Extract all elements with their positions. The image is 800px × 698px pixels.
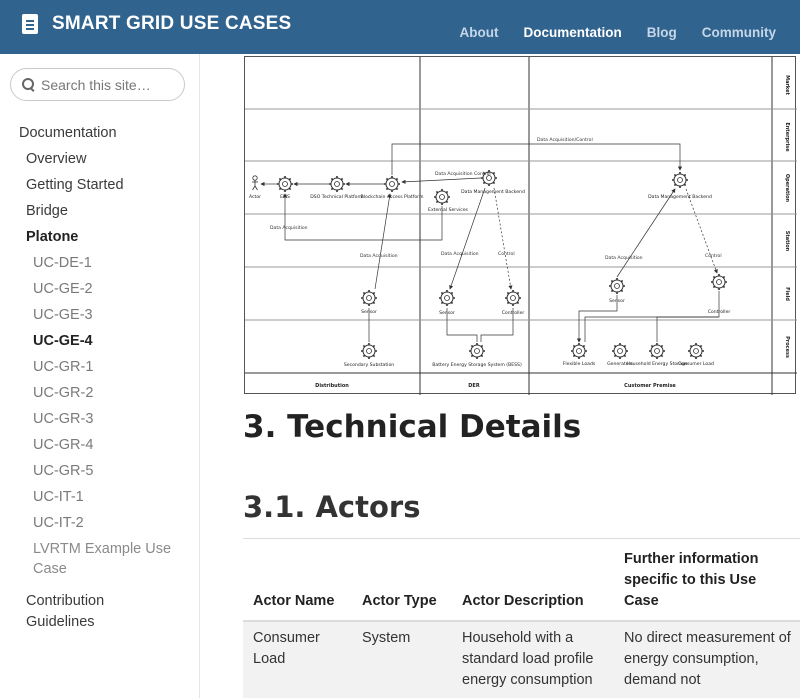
table-top-rule [243, 538, 800, 539]
sidebar-item-uc-ge-2[interactable]: UC-GE-2 [33, 281, 93, 297]
search-box[interactable] [10, 68, 185, 101]
table-header-actor-type: Actor Type [362, 593, 437, 609]
nav-about[interactable]: About [460, 25, 499, 40]
sidebar-item-bridge[interactable]: Bridge [26, 203, 68, 219]
gear-icon [360, 342, 378, 360]
gear-icon [608, 277, 626, 295]
layer-label: Field [784, 287, 790, 301]
node-label: Data Management Backend [461, 189, 525, 195]
sidebar-item-lvrtm[interactable]: LVRTM Example Use Case [33, 539, 183, 579]
sidebar-item-uc-de-1[interactable]: UC-DE-1 [33, 255, 92, 271]
node-label: Sensor [361, 309, 377, 315]
brand[interactable]: SMART GRID USE CASES [22, 13, 291, 35]
sidebar-item-uc-gr-3[interactable]: UC-GR-3 [33, 411, 93, 427]
zone-label: DER [468, 383, 480, 389]
sidebar-item-uc-gr-2[interactable]: UC-GR-2 [33, 385, 93, 401]
edge-label: Data Acquisition [605, 255, 643, 261]
edge-label: Data Acquisition [360, 253, 398, 259]
nav-blog[interactable]: Blog [647, 25, 677, 40]
node-label: Sensor [439, 310, 455, 316]
document-icon [22, 14, 38, 34]
gear-icon [648, 342, 666, 360]
actor-icon [252, 175, 258, 191]
gear-icon [687, 342, 705, 360]
sidebar-item-uc-it-1[interactable]: UC-IT-1 [33, 489, 84, 505]
sidebar-item-uc-ge-3[interactable]: UC-GE-3 [33, 307, 93, 323]
table-cell: Consumer Load [253, 630, 320, 667]
sidebar: Documentation Overview Getting Started B… [0, 54, 200, 698]
node-label: Data Management Backend [648, 194, 712, 200]
table-row: Consumer Load System Household with a st… [243, 622, 800, 698]
gear-icon [611, 342, 629, 360]
edge-label: Data Acquisition [270, 225, 308, 231]
search-icon [22, 77, 36, 92]
gear-icon [276, 175, 294, 193]
site-title[interactable]: SMART GRID USE CASES [52, 13, 291, 35]
sidebar-item-documentation[interactable]: Documentation [19, 125, 117, 141]
architecture-diagram: Market Enterprise Operation Station Fiel… [244, 56, 797, 395]
node-label: Actor [249, 194, 261, 200]
gear-icon [504, 289, 522, 307]
gear-icon [438, 289, 456, 307]
sgam-diagram-svg: Market Enterprise Operation Station Fiel… [245, 57, 797, 395]
sidebar-item-contribution-guidelines[interactable]: Contribution Guidelines [26, 591, 166, 633]
table-header-actor-name: Actor Name [253, 593, 335, 609]
node-label: Controller [502, 310, 525, 316]
edge-label: Data Acquisition [441, 251, 479, 257]
node-label: Blockchain Access Platform [361, 194, 424, 200]
sidebar-item-uc-gr-1[interactable]: UC-GR-1 [33, 359, 93, 375]
sidebar-item-uc-ge-4[interactable]: UC-GE-4 [33, 333, 93, 349]
edge-label: Control [498, 251, 515, 257]
node-label: Secondary Substation [344, 362, 394, 368]
table-cell: No direct measurement of energy consumpt… [624, 630, 791, 688]
node-label: Consumer Load [678, 361, 714, 367]
layer-label: Market [784, 75, 790, 95]
search-input[interactable] [41, 76, 171, 93]
table-cell: System [362, 630, 411, 646]
table-cell: Household with a standard load profile e… [462, 630, 594, 688]
sidebar-item-uc-gr-5[interactable]: UC-GR-5 [33, 463, 93, 479]
node-label: DSO Technical Platform [310, 194, 364, 200]
node-label: Controller [708, 309, 731, 315]
gear-icon [328, 175, 346, 193]
gear-icon [468, 342, 486, 360]
nav-community[interactable]: Community [702, 25, 776, 40]
sidebar-item-overview[interactable]: Overview [26, 151, 86, 167]
gear-icon [433, 188, 451, 206]
node-label: Sensor [609, 298, 625, 304]
node-label: External Services [428, 207, 468, 213]
gear-icon [383, 175, 401, 193]
layer-label: Enterprise [784, 122, 790, 152]
gear-icon [671, 171, 689, 189]
sidebar-item-getting-started[interactable]: Getting Started [26, 177, 124, 193]
edge-label: Control [705, 253, 722, 259]
section-heading-actors: 3.1. Actors [243, 490, 421, 524]
zone-label: Customer Premise [624, 383, 676, 389]
table-header-further-info: Further information specific to this Use… [624, 551, 759, 609]
sidebar-item-uc-it-2[interactable]: UC-IT-2 [33, 515, 84, 531]
node-label: EMS [280, 194, 290, 200]
zone-label: Distribution [315, 383, 349, 389]
top-navbar: SMART GRID USE CASES About Documentation… [0, 0, 800, 54]
layer-label: Operation [784, 174, 790, 203]
layer-label: Process [784, 336, 790, 358]
edge-label: Data Acquisition Control [435, 171, 491, 177]
gear-icon [710, 273, 728, 291]
node-label: Battery Energy Storage System (BESS) [432, 362, 522, 368]
sidebar-item-uc-gr-4[interactable]: UC-GR-4 [33, 437, 93, 453]
gear-icon [570, 342, 588, 360]
main-content: Market Enterprise Operation Station Fiel… [201, 54, 800, 698]
nav-documentation[interactable]: Documentation [523, 25, 621, 40]
node-label: Flexible Loads [563, 361, 596, 367]
edge-label: Data Acquisition/Control [537, 137, 593, 143]
section-heading-technical-details: 3. Technical Details [243, 409, 582, 445]
main-nav: About Documentation Blog Community [460, 25, 777, 40]
layer-label: Station [784, 231, 790, 252]
sidebar-item-platone[interactable]: Platone [26, 229, 78, 245]
gear-icon [360, 289, 378, 307]
table-header-actor-description: Actor Description [462, 593, 584, 609]
